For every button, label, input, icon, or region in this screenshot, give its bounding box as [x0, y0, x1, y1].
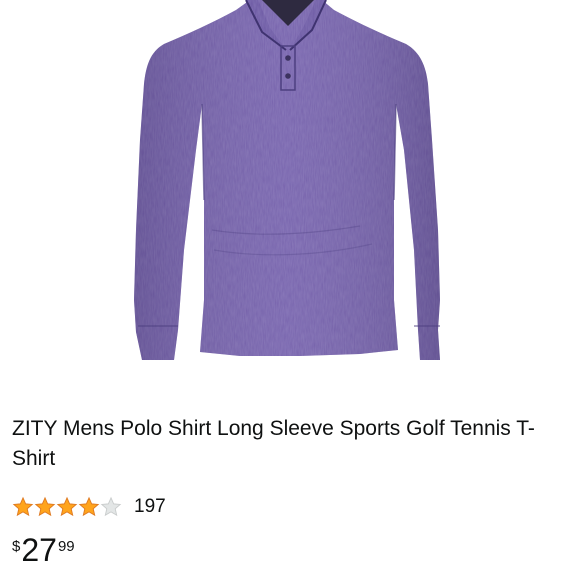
price: $ 27 99	[12, 532, 75, 568]
star-half-icon	[100, 496, 122, 517]
product-image[interactable]	[0, 0, 580, 392]
product-title[interactable]: ZITY Mens Polo Shirt Long Sleeve Sports …	[12, 414, 572, 474]
price-fraction: 99	[57, 538, 75, 555]
product-card[interactable]: ZITY Mens Polo Shirt Long Sleeve Sports …	[0, 0, 580, 580]
price-symbol: $	[12, 538, 21, 555]
price-whole: 27	[21, 532, 57, 568]
review-count[interactable]: 197	[134, 496, 166, 518]
rating-row[interactable]: 197	[12, 494, 166, 520]
star-full-icon	[12, 496, 34, 517]
star-rating[interactable]	[12, 496, 122, 518]
star-full-icon	[34, 496, 56, 517]
star-full-icon	[78, 496, 100, 517]
star-full-icon	[56, 496, 78, 517]
